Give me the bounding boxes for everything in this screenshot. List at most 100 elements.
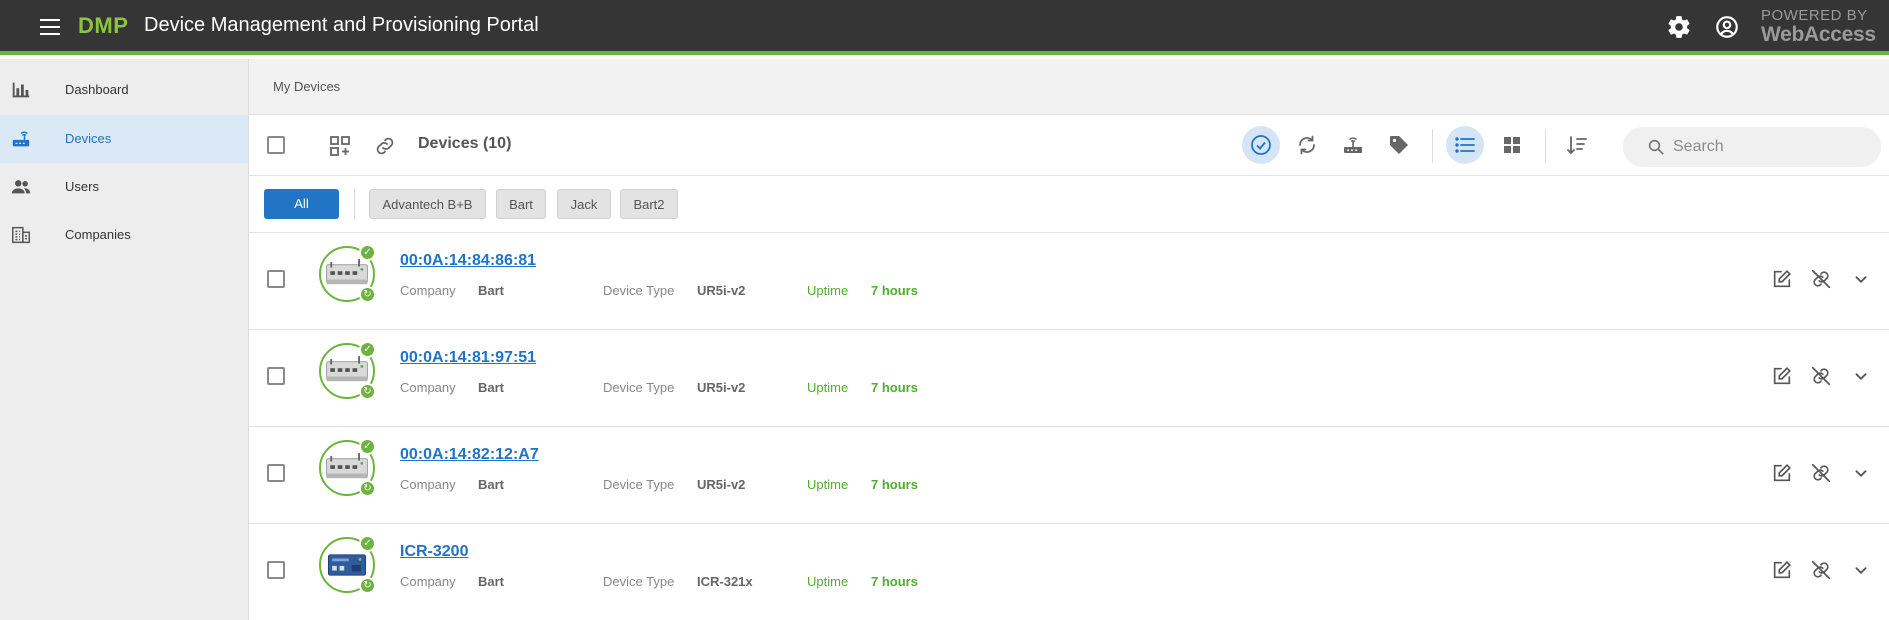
device-type-label: Device Type: [603, 283, 675, 298]
device-type-value: UR5i-v2: [697, 380, 746, 395]
sync-status-icon: ↻: [359, 480, 376, 497]
check-circle-icon: [1251, 135, 1271, 155]
top-app-bar: DMP Device Management and Provisioning P…: [0, 0, 1889, 55]
toolbar-divider: [1545, 129, 1546, 163]
company-label: Company: [400, 283, 456, 298]
uptime-value: 7 hours: [871, 574, 918, 589]
company-label: Company: [400, 380, 456, 395]
filter-tag-bart[interactable]: Bart: [496, 189, 546, 219]
toolbar-divider: [1432, 129, 1433, 163]
unlink-icon[interactable]: [1810, 268, 1832, 290]
sync-status-icon: ↻: [359, 383, 376, 400]
sidebar-item-devices[interactable]: Devices: [0, 115, 248, 163]
router-icon: [10, 128, 32, 150]
uptime-value: 7 hours: [871, 477, 918, 492]
device-name-link[interactable]: 00:0A:14:82:12:A7: [400, 446, 539, 464]
webaccess-logo-text: WebAccess: [1761, 23, 1876, 46]
chevron-down-icon[interactable]: [1850, 559, 1872, 581]
uptime-value: 7 hours: [871, 380, 918, 395]
filter-tag-jack[interactable]: Jack: [557, 189, 611, 219]
unlink-icon[interactable]: [1810, 462, 1832, 484]
breadcrumb-item[interactable]: My Devices: [273, 79, 340, 94]
online-filter-button[interactable]: [1242, 126, 1280, 164]
breadcrumb: My Devices: [249, 59, 1889, 115]
device-row: ✓ ↻ ICR-3200 Company Bart Device Type IC…: [249, 524, 1889, 620]
chevron-down-icon[interactable]: [1850, 462, 1872, 484]
router-icon: [1344, 137, 1362, 153]
building-icon: [10, 224, 32, 246]
brand-logo[interactable]: DMP: [78, 13, 128, 39]
sync-filter-button[interactable]: [1288, 126, 1326, 164]
link-icon[interactable]: [373, 134, 397, 158]
company-value: Bart: [478, 283, 505, 298]
sidebar-item-companies[interactable]: Companies: [0, 211, 248, 259]
device-row: ✓ ↻ 00:0A:14:81:97:51 Company Bart Devic…: [249, 330, 1889, 427]
unlink-icon[interactable]: [1810, 559, 1832, 581]
list-view-button[interactable]: [1446, 126, 1484, 164]
sidebar: Dashboard Devices Users Companies: [0, 59, 249, 620]
search-input[interactable]: [1673, 136, 1863, 158]
sync-status-icon: ↻: [359, 577, 376, 594]
device-type-value: ICR-321x: [697, 574, 753, 589]
device-name-link[interactable]: 00:0A:14:81:97:51: [400, 349, 536, 367]
sort-icon: [1567, 136, 1587, 155]
account-circle-icon[interactable]: [1714, 14, 1740, 40]
online-check-icon: ✓: [359, 244, 376, 261]
edit-icon[interactable]: [1771, 268, 1793, 290]
uptime-label: Uptime: [807, 477, 849, 492]
unlink-icon[interactable]: [1810, 365, 1832, 387]
uptime-label: Uptime: [807, 574, 849, 589]
powered-by-logo: POWERED BY WebAccess: [1761, 8, 1876, 45]
company-value: Bart: [478, 380, 505, 395]
filter-tag-bart2[interactable]: Bart2: [620, 189, 678, 219]
device-checkbox[interactable]: [267, 270, 285, 288]
online-check-icon: ✓: [359, 535, 376, 552]
tag-filter-button[interactable]: [1380, 126, 1418, 164]
device-checkbox[interactable]: [267, 367, 285, 385]
online-check-icon: ✓: [359, 438, 376, 455]
edit-icon[interactable]: [1771, 365, 1793, 387]
search-icon: [1648, 139, 1664, 155]
sidebar-item-users[interactable]: Users: [0, 163, 248, 211]
device-row: ✓ ↻ 00:0A:14:84:86:81 Company Bart Devic…: [249, 233, 1889, 330]
sync-icon: [1299, 135, 1315, 155]
sidebar-item-label: Dashboard: [65, 82, 129, 97]
edit-icon[interactable]: [1771, 559, 1793, 581]
device-type-label: Device Type: [603, 477, 675, 492]
sidebar-item-label: Companies: [65, 227, 131, 242]
uptime-value: 7 hours: [871, 283, 918, 298]
menu-icon[interactable]: [40, 19, 60, 35]
grid-view-button[interactable]: [1493, 126, 1531, 164]
device-checkbox[interactable]: [267, 464, 285, 482]
company-filter-bar: All Advantech B+B Bart Jack Bart2: [249, 176, 1889, 233]
chevron-down-icon[interactable]: [1850, 365, 1872, 387]
sort-button[interactable]: [1558, 126, 1596, 164]
search-box[interactable]: [1623, 127, 1881, 167]
company-value: Bart: [478, 574, 505, 589]
device-type-label: Device Type: [603, 380, 675, 395]
router-filter-button[interactable]: [1334, 126, 1372, 164]
filter-divider: [354, 189, 355, 219]
tag-icon: [1390, 136, 1408, 154]
grid-view-icon: [1504, 137, 1520, 153]
filter-all-button[interactable]: All: [264, 189, 339, 219]
device-name-link[interactable]: ICR-3200: [400, 543, 468, 561]
chevron-down-icon[interactable]: [1850, 268, 1872, 290]
users-icon: [10, 176, 32, 198]
device-name-link[interactable]: 00:0A:14:84:86:81: [400, 252, 536, 270]
uptime-label: Uptime: [807, 380, 849, 395]
gear-icon[interactable]: [1666, 14, 1692, 40]
edit-icon[interactable]: [1771, 462, 1793, 484]
device-type-value: UR5i-v2: [697, 283, 746, 298]
device-checkbox[interactable]: [267, 561, 285, 579]
uptime-label: Uptime: [807, 283, 849, 298]
app-title: Device Management and Provisioning Porta…: [144, 14, 539, 36]
company-value: Bart: [478, 477, 505, 492]
sidebar-item-dashboard[interactable]: Dashboard: [0, 66, 248, 114]
filter-tag-advantech[interactable]: Advantech B+B: [369, 189, 486, 219]
select-all-checkbox[interactable]: [267, 136, 285, 154]
add-grid-icon[interactable]: [328, 134, 352, 158]
list-view-icon: [1455, 137, 1475, 153]
bar-chart-icon: [10, 79, 32, 101]
devices-toolbar: Devices (10): [249, 115, 1889, 176]
